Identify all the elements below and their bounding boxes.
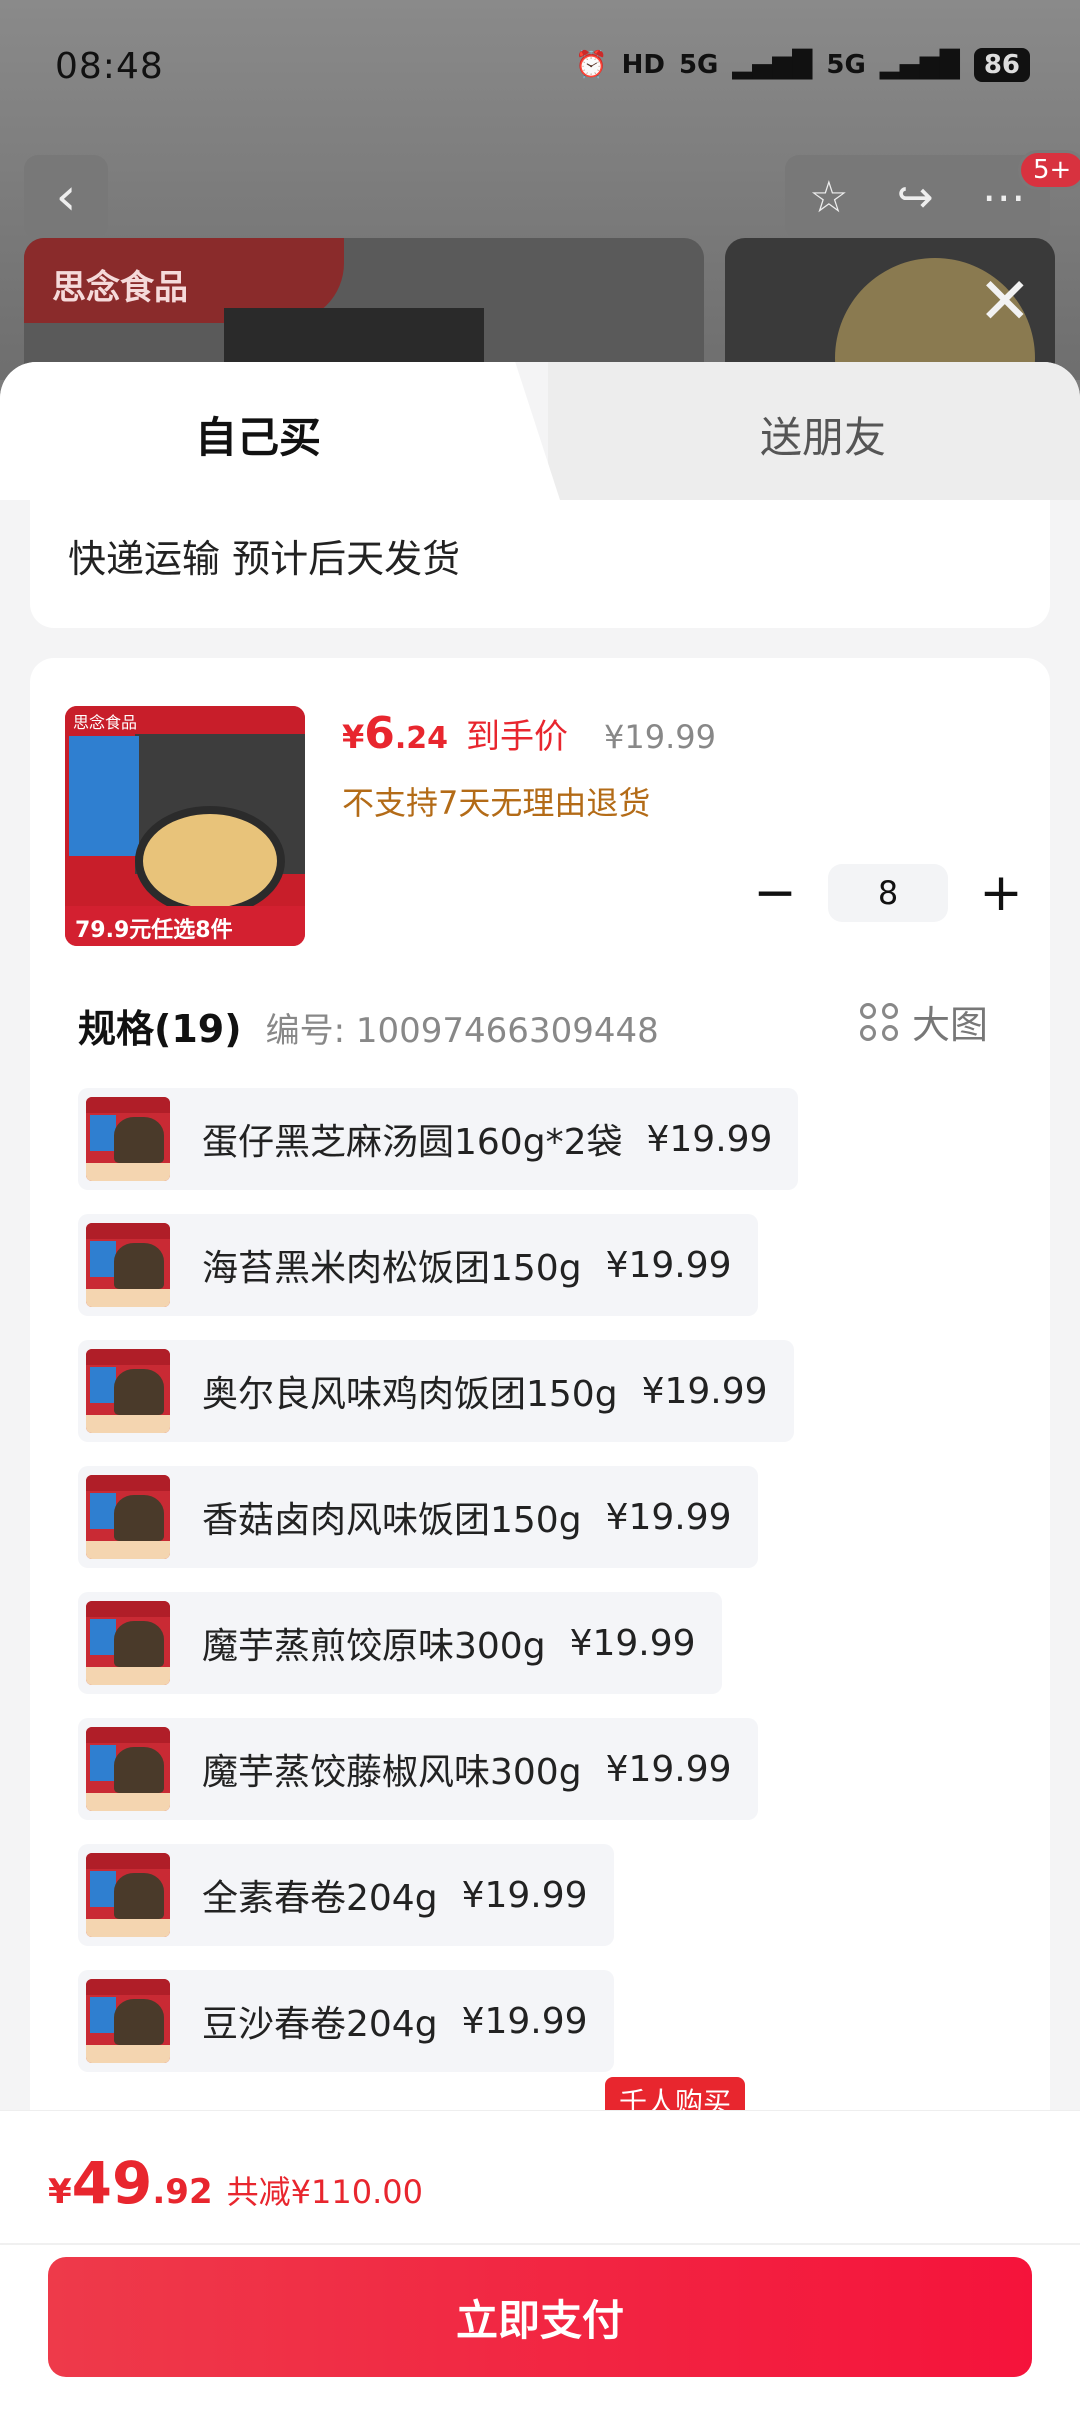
signal-bars-icon-2: ▂▄▆█	[879, 50, 960, 80]
pay-now-button[interactable]: 立即支付	[48, 2257, 1032, 2377]
big-image-label[interactable]: 大图	[912, 994, 988, 1049]
spec-thumbnail	[86, 1223, 170, 1307]
spec-option-price: ¥19.99	[646, 1118, 773, 1160]
product-image[interactable]: 思念食品 79.9元任选8件	[65, 706, 305, 946]
product-image-promo: 79.9元任选8件	[65, 906, 305, 946]
price-row: ¥ 6 .24 到手价 ¥19.99	[342, 708, 716, 759]
return-policy: 不支持7天无理由退货	[342, 784, 651, 822]
star-icon[interactable]: ☆	[809, 172, 848, 223]
spec-option[interactable]: 魔芋蒸饺藤椒风味300g ¥19.99	[78, 1718, 758, 1820]
spec-title: 规格(19)	[78, 1007, 242, 1051]
product-image-brand: 思念食品	[65, 706, 305, 732]
product-image-food	[135, 806, 285, 916]
spec-thumbnail	[86, 1727, 170, 1811]
tab-send-friend-label[interactable]: 送朋友	[760, 404, 886, 465]
spec-option-name: 蛋仔黑芝麻汤圆160g*2袋	[202, 1122, 623, 1163]
checkout-footer: ¥ 49 .92 共减¥110.00 立即支付	[0, 2110, 1080, 2412]
increase-button[interactable]: +	[976, 867, 1026, 919]
spec-option-price: ¥19.99	[605, 1748, 732, 1790]
spec-option-name: 全素春卷204g	[202, 1878, 438, 1919]
tab-bar: 自己买 送朋友	[0, 362, 1080, 500]
back-button[interactable]: ‹	[24, 155, 108, 239]
close-icon[interactable]: ✕	[978, 270, 1032, 334]
spec-option-name: 奥尔良风味鸡肉饭团150g	[202, 1374, 618, 1415]
spec-thumbnail	[86, 1601, 170, 1685]
notification-badge: 5+	[1018, 150, 1080, 190]
grid-icon	[860, 1002, 898, 1041]
spec-option-price: ¥19.99	[569, 1622, 696, 1664]
total-symbol: ¥	[48, 2172, 72, 2212]
shipping-card: 快递运输 预计后天发货	[30, 500, 1050, 628]
chevron-left-icon: ‹	[55, 167, 77, 227]
spec-option-price: ¥19.99	[641, 1370, 768, 1412]
quantity-input[interactable]: 8	[828, 864, 948, 922]
spec-option[interactable]: 海苔黑米肉松饭团150g ¥19.99	[78, 1214, 758, 1316]
price-symbol: ¥	[342, 718, 365, 756]
spec-option[interactable]: 香菇卤肉风味饭团150g ¥19.99	[78, 1466, 758, 1568]
spec-header: 规格(19) 编号: 10097466309448	[78, 998, 659, 1053]
decrease-button[interactable]: −	[750, 867, 800, 919]
signal-5g-icon-2: 5G	[826, 50, 866, 80]
product-code: 编号: 10097466309448	[265, 1011, 659, 1051]
spec-option[interactable]: 蛋仔黑芝麻汤圆160g*2袋 ¥19.99	[78, 1088, 799, 1190]
divider	[0, 2243, 1080, 2245]
battery-icon: 86	[973, 48, 1030, 82]
spec-option-price: ¥19.99	[461, 1874, 588, 1916]
alarm-icon: ⏰	[575, 50, 608, 80]
spec-option[interactable]: 豆沙春卷204g ¥19.99	[78, 1970, 614, 2072]
hd-icon: HD	[621, 50, 665, 80]
total-decimal: .92	[152, 2172, 213, 2212]
tab-buy-self-label[interactable]: 自己买	[195, 404, 321, 465]
spec-option-price: ¥19.99	[605, 1244, 732, 1286]
total-price: ¥ 49 .92 共减¥110.00	[48, 2149, 423, 2217]
share-icon[interactable]: ↪	[897, 172, 934, 223]
price-integer: 6	[364, 708, 395, 759]
signal-5g-icon: 5G	[678, 50, 719, 80]
spec-option[interactable]: 魔芋蒸煎饺原味300g ¥19.99	[78, 1592, 722, 1694]
top-actions: ☆ ↪ ⋯	[785, 155, 1050, 239]
spec-thumbnail	[86, 1097, 170, 1181]
spec-option-name: 香菇卤肉风味饭团150g	[202, 1500, 582, 1541]
total-integer: 49	[71, 2149, 153, 2217]
spec-option[interactable]: 奥尔良风味鸡肉饭团150g ¥19.99	[78, 1340, 794, 1442]
spec-option-name: 海苔黑米肉松饭团150g	[202, 1248, 582, 1289]
discount-text: 共减¥110.00	[226, 2173, 423, 2211]
spec-option[interactable]: 全素春卷204g ¥19.99	[78, 1844, 614, 1946]
spec-option-name: 魔芋蒸煎饺原味300g	[202, 1626, 546, 1667]
big-image-toggle[interactable]: 大图	[860, 994, 988, 1049]
purchase-sheet: 自己买 送朋友 快递运输 预计后天发货 思念食品 79.9元任选8件 ¥ 6 .…	[0, 362, 1080, 2412]
spec-thumbnail	[86, 1349, 170, 1433]
spec-thumbnail	[86, 1853, 170, 1937]
spec-option-price: ¥19.99	[461, 2000, 588, 2042]
status-time: 08:48	[55, 46, 164, 87]
status-bar: 08:48 ⏰ HD 5G ▂▄▆█ 5G ▂▄▆█ 86	[0, 0, 1080, 140]
product-image-label	[69, 736, 139, 856]
price-decimal: .24	[394, 721, 449, 756]
spec-option-price: ¥19.99	[605, 1496, 732, 1538]
signal-bars-icon: ▂▄▆█	[732, 50, 813, 80]
spec-thumbnail	[86, 1475, 170, 1559]
spec-option-name: 魔芋蒸饺藤椒风味300g	[202, 1752, 582, 1793]
spec-option-name: 豆沙春卷204g	[202, 2004, 438, 2045]
shipping-text: 快递运输 预计后天发货	[68, 537, 461, 581]
status-icons: ⏰ HD 5G ▂▄▆█ 5G ▂▄▆█ 86	[575, 48, 1030, 82]
spec-list: 蛋仔黑芝麻汤圆160g*2袋 ¥19.99 海苔黑米肉松饭团150g ¥19.9…	[78, 1088, 1018, 2096]
quantity-stepper: − 8 +	[750, 864, 1026, 922]
final-price-tag: 到手价	[466, 717, 569, 757]
spec-thumbnail	[86, 1979, 170, 2063]
original-price: ¥19.99	[604, 718, 717, 756]
